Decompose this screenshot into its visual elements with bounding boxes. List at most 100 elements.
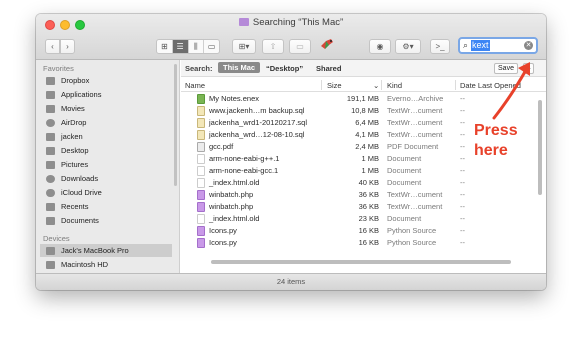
- documents-icon: [46, 216, 55, 225]
- downloads-icon: [46, 174, 55, 183]
- gear-icon: ⚙▾: [402, 42, 414, 51]
- scope-desktop-button[interactable]: “Desktop”: [266, 64, 303, 73]
- column-view-button[interactable]: ⫼: [189, 40, 205, 53]
- search-field[interactable]: ⌕ kext ✕: [458, 37, 538, 54]
- document-file-icon: [197, 154, 205, 164]
- item-count: 24 items: [276, 277, 306, 286]
- sidebar: Favorites Dropbox Applications Movies Ai…: [36, 60, 180, 273]
- applications-icon: [46, 90, 55, 99]
- column-divider[interactable]: [381, 80, 382, 90]
- home-icon: [46, 132, 55, 141]
- bird-app-icon[interactable]: [319, 36, 335, 52]
- column-divider[interactable]: [455, 80, 456, 90]
- file-row[interactable]: _index.html.old 23 KB Document --: [181, 213, 537, 225]
- list-view-button[interactable]: ☰: [172, 40, 189, 53]
- finder-window: Searching “This Mac” ‹ › ⊞ ☰ ⫼ ▭ ⊞▾ ⇧ ▭ …: [36, 14, 546, 290]
- pictures-icon: [46, 160, 55, 169]
- sidebar-item-recents[interactable]: Recents: [43, 200, 171, 213]
- icon-view-button[interactable]: ⊞: [157, 40, 173, 53]
- desktop-icon: [46, 146, 55, 155]
- scope-this-mac-button[interactable]: This Mac: [218, 62, 261, 73]
- evernote-file-icon: [197, 94, 205, 104]
- horizontal-scrollbar[interactable]: [211, 260, 511, 264]
- terminal-icon: >_: [435, 42, 445, 51]
- file-row[interactable]: www.jackenh…m backup.sql 10,8 MB TextWr…cu…: [181, 105, 537, 117]
- eye-icon: ◉: [376, 42, 384, 51]
- file-row[interactable]: My Notes.enex 191,1 MB Everno…Archive --: [181, 93, 537, 105]
- sidebar-item-jacken[interactable]: jacken: [43, 130, 171, 143]
- column-name[interactable]: Name: [185, 81, 205, 90]
- document-file-icon: [197, 166, 205, 176]
- file-row[interactable]: winbatch.php 36 KB TextWr…cument --: [181, 201, 537, 213]
- quicklook-button[interactable]: ◉: [369, 39, 391, 54]
- view-mode-group: ⊞ ☰ ⫼ ▭: [156, 39, 220, 54]
- php-file-icon: [197, 190, 205, 200]
- vertical-scrollbar[interactable]: [538, 100, 542, 195]
- sidebar-item-pictures[interactable]: Pictures: [43, 158, 171, 171]
- terminal-button[interactable]: >_: [430, 39, 450, 54]
- recents-icon: [46, 202, 55, 211]
- grid-icon: ⊞▾: [238, 42, 250, 51]
- chevron-right-icon: ›: [66, 42, 69, 51]
- title-bar: Searching “This Mac” ‹ › ⊞ ☰ ⫼ ▭ ⊞▾ ⇧ ▭ …: [36, 14, 546, 60]
- sql-file-icon: [197, 130, 205, 140]
- forward-button[interactable]: ›: [60, 39, 75, 54]
- press-here-annotation: Press here: [474, 122, 518, 159]
- sql-file-icon: [197, 118, 205, 128]
- sidebar-item-desktop[interactable]: Desktop: [43, 144, 171, 157]
- file-row[interactable]: _index.html.old 40 KB Document --: [181, 177, 537, 189]
- cloud-icon: [46, 188, 55, 197]
- sidebar-item-applications[interactable]: Applications: [43, 88, 171, 101]
- file-row[interactable]: winbatch.php 36 KB TextWr…cument --: [181, 189, 537, 201]
- file-row[interactable]: Icons.py 16 KB Python Source --: [181, 225, 537, 237]
- sql-file-icon: [197, 106, 205, 116]
- column-divider[interactable]: [321, 80, 322, 90]
- airdrop-icon: [46, 118, 55, 127]
- file-list: My Notes.enex 191,1 MB Everno…Archive -- ww…: [181, 93, 537, 263]
- share-icon: ⇧: [269, 42, 277, 51]
- arrange-button[interactable]: ⊞▾: [232, 39, 256, 54]
- column-kind[interactable]: Kind: [387, 81, 402, 90]
- file-row[interactable]: Icons.py 16 KB Python Source --: [181, 237, 537, 249]
- search-input-value[interactable]: kext: [471, 40, 490, 51]
- status-bar: 24 items: [36, 273, 546, 290]
- sidebar-item-movies[interactable]: Movies: [43, 102, 171, 115]
- tag-icon: ▭: [296, 42, 304, 51]
- search-icon: ⌕: [463, 40, 469, 50]
- sort-chevron-down-icon: ⌄: [373, 81, 380, 90]
- smart-folder-icon: [238, 18, 249, 26]
- document-file-icon: [197, 214, 205, 224]
- python-file-icon: [197, 226, 205, 236]
- sidebar-scrollbar[interactable]: [174, 64, 177, 186]
- chevron-left-icon: ‹: [51, 42, 54, 51]
- pdf-file-icon: [197, 142, 205, 152]
- sidebar-item-macbook-pro[interactable]: Jack's MacBook Pro: [40, 244, 172, 257]
- disk-icon: [46, 260, 55, 269]
- back-button[interactable]: ‹: [45, 39, 60, 54]
- action-button[interactable]: ⚙▾: [395, 39, 421, 54]
- sidebar-item-macintosh-hd[interactable]: Macintosh HD: [43, 258, 171, 271]
- movies-icon: [46, 104, 55, 113]
- file-row[interactable]: arm-none-eabi-gcc.1 1 MB Document --: [181, 165, 537, 177]
- sidebar-item-downloads[interactable]: Downloads: [43, 172, 171, 185]
- share-button[interactable]: ⇧: [262, 39, 284, 54]
- sidebar-item-dropbox[interactable]: Dropbox: [43, 74, 171, 87]
- sidebar-item-documents[interactable]: Documents: [43, 214, 171, 227]
- tag-button[interactable]: ▭: [289, 39, 311, 54]
- sidebar-item-icloud-drive[interactable]: iCloud Drive: [43, 186, 171, 199]
- scope-label: Search:: [185, 64, 213, 73]
- annotation-arrow-icon: [492, 62, 530, 120]
- column-size[interactable]: Size: [327, 81, 342, 90]
- laptop-icon: [46, 246, 55, 255]
- sidebar-header-favorites: Favorites: [43, 64, 74, 73]
- python-file-icon: [197, 238, 205, 248]
- sidebar-item-airdrop[interactable]: AirDrop: [43, 116, 171, 129]
- clear-search-icon[interactable]: ✕: [524, 41, 533, 50]
- sidebar-header-devices: Devices: [43, 234, 70, 243]
- gallery-view-button[interactable]: ▭: [204, 40, 219, 53]
- window-title: Searching “This Mac”: [36, 17, 546, 28]
- php-file-icon: [197, 202, 205, 212]
- document-file-icon: [197, 178, 205, 188]
- folder-icon: [46, 76, 55, 85]
- scope-shared-button[interactable]: Shared: [316, 64, 341, 73]
